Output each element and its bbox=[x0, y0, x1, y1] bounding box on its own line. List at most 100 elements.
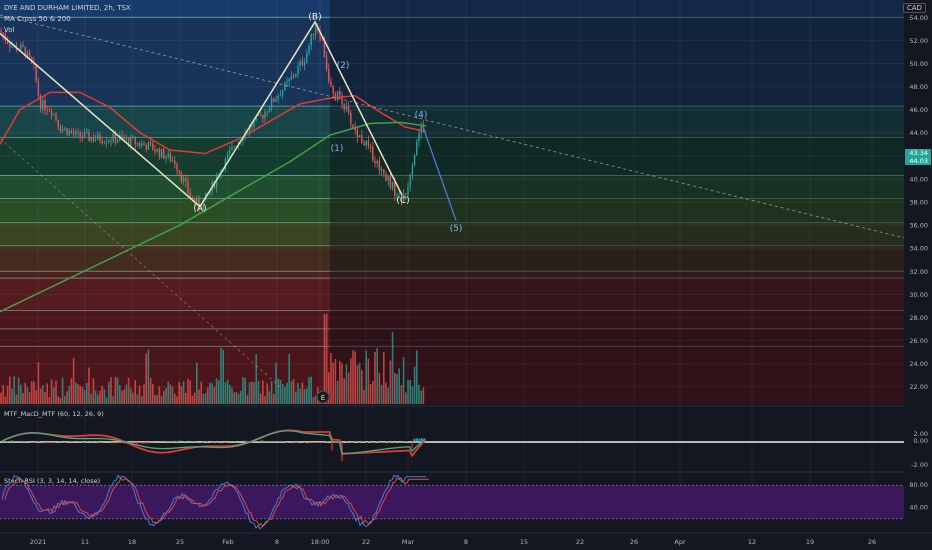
candle-body bbox=[266, 111, 268, 113]
candle-body bbox=[116, 140, 119, 143]
candle-body bbox=[185, 178, 187, 182]
volume-bar bbox=[220, 347, 222, 404]
volume-bar bbox=[94, 390, 97, 404]
volume-bar bbox=[83, 389, 86, 404]
volume-bar bbox=[50, 379, 53, 404]
candle-body bbox=[136, 142, 139, 145]
macd-histogram-bar bbox=[11, 439, 13, 442]
volume-bar bbox=[191, 395, 194, 404]
volume-bar bbox=[37, 362, 40, 404]
volume-bar bbox=[363, 389, 365, 404]
volume-bar bbox=[387, 387, 389, 404]
macd-histogram-bar bbox=[86, 441, 88, 442]
volume-bar bbox=[169, 384, 172, 404]
volume-bar bbox=[103, 389, 106, 404]
macd-histogram-bar bbox=[53, 442, 56, 444]
candle-body bbox=[108, 140, 110, 143]
candle-body bbox=[387, 175, 389, 181]
macd-histogram-bar bbox=[268, 441, 271, 442]
price-tick-label: 50.00 bbox=[909, 60, 928, 68]
volume-bar bbox=[163, 390, 165, 404]
candle-body bbox=[130, 137, 132, 146]
candle-body bbox=[394, 182, 396, 196]
volume-bar bbox=[416, 350, 418, 404]
volume-bar bbox=[207, 387, 209, 404]
candle-body bbox=[391, 182, 394, 189]
volume-bar bbox=[198, 389, 200, 404]
candle-body bbox=[356, 130, 359, 138]
macd-histogram-bar bbox=[263, 440, 266, 442]
macd-histogram-bar bbox=[71, 441, 73, 442]
volume-bar bbox=[154, 394, 156, 404]
candle-body bbox=[167, 153, 169, 158]
symbol-title[interactable]: DYE AND DURHAM LIMITED, 2h, TSX bbox=[4, 4, 131, 12]
volume-bar bbox=[420, 390, 422, 404]
macd-histogram-bar bbox=[148, 442, 151, 444]
macd-histogram-bar bbox=[313, 442, 316, 443]
time-tick-label: 26 bbox=[868, 538, 876, 546]
volume-bar bbox=[407, 380, 409, 404]
candle-body bbox=[28, 51, 31, 58]
macd-histogram-bar bbox=[353, 441, 356, 442]
candle-body bbox=[44, 100, 46, 111]
chart-canvas[interactable]: (B) (A) (2) (1) (C) (4) (5) E MTF_MacD_MTF (60,… bbox=[0, 0, 932, 550]
volume-bar bbox=[20, 384, 22, 404]
macd-histogram-bar bbox=[386, 441, 388, 442]
macd-histogram-bar bbox=[331, 442, 333, 451]
candle-body bbox=[306, 52, 308, 63]
volume-bar bbox=[226, 380, 229, 404]
time-tick-label: Apr bbox=[674, 538, 686, 546]
price-tick-label: 22.00 bbox=[909, 383, 928, 391]
volume-bar bbox=[339, 361, 341, 404]
candle-body bbox=[59, 126, 62, 132]
candle-body bbox=[308, 45, 310, 53]
candle-body bbox=[42, 100, 44, 110]
candle-body bbox=[22, 44, 24, 47]
volume-bar bbox=[2, 385, 4, 404]
volume-bar bbox=[108, 381, 110, 404]
volume-bar bbox=[174, 393, 176, 404]
volume-bar bbox=[72, 357, 75, 404]
volume-bar bbox=[196, 362, 198, 404]
volume-bar bbox=[367, 358, 370, 404]
candle-body bbox=[114, 133, 117, 143]
time-tick-label: 25 bbox=[176, 538, 184, 546]
volume-bar bbox=[189, 380, 191, 404]
macd-histogram-bar bbox=[321, 442, 323, 443]
candle-body bbox=[231, 146, 233, 151]
candle-body bbox=[92, 137, 95, 142]
time-tick-label: 22 bbox=[576, 538, 584, 546]
volume-bar bbox=[213, 386, 216, 404]
volume-bar bbox=[152, 384, 154, 404]
macd-histogram-bar bbox=[118, 442, 121, 443]
volume-bar bbox=[251, 381, 253, 404]
volume-bar bbox=[312, 397, 315, 404]
candle-body bbox=[64, 128, 66, 129]
ma-indicator-title[interactable]: MA Cross 50 & 200 bbox=[4, 15, 71, 23]
wave-label: (2) bbox=[337, 61, 350, 71]
volume-bar bbox=[402, 357, 405, 404]
volume-bar bbox=[347, 372, 350, 404]
macd-histogram-bar bbox=[406, 441, 408, 442]
candle-body bbox=[99, 134, 101, 142]
candle-body bbox=[191, 197, 194, 199]
price-tick-label: 34.00 bbox=[909, 245, 928, 253]
candle-body bbox=[334, 93, 337, 100]
macd-histogram-bar bbox=[78, 441, 81, 442]
candle-body bbox=[132, 137, 134, 138]
volume-bar bbox=[178, 382, 180, 404]
volume-title[interactable]: Vol bbox=[4, 26, 14, 34]
candle-body bbox=[314, 26, 317, 36]
candle-body bbox=[288, 79, 290, 82]
volume-bar bbox=[292, 379, 295, 404]
volume-bar bbox=[277, 378, 279, 404]
volume-bar bbox=[66, 391, 68, 404]
candle-body bbox=[398, 193, 400, 195]
volume-bar bbox=[218, 380, 220, 404]
candle-body bbox=[259, 113, 262, 116]
candle-body bbox=[156, 148, 158, 152]
macd-histogram-bar bbox=[191, 441, 193, 442]
volume-bar bbox=[284, 386, 286, 404]
price-tick-label: 54.00 bbox=[909, 14, 928, 22]
volume-bar bbox=[193, 392, 196, 404]
